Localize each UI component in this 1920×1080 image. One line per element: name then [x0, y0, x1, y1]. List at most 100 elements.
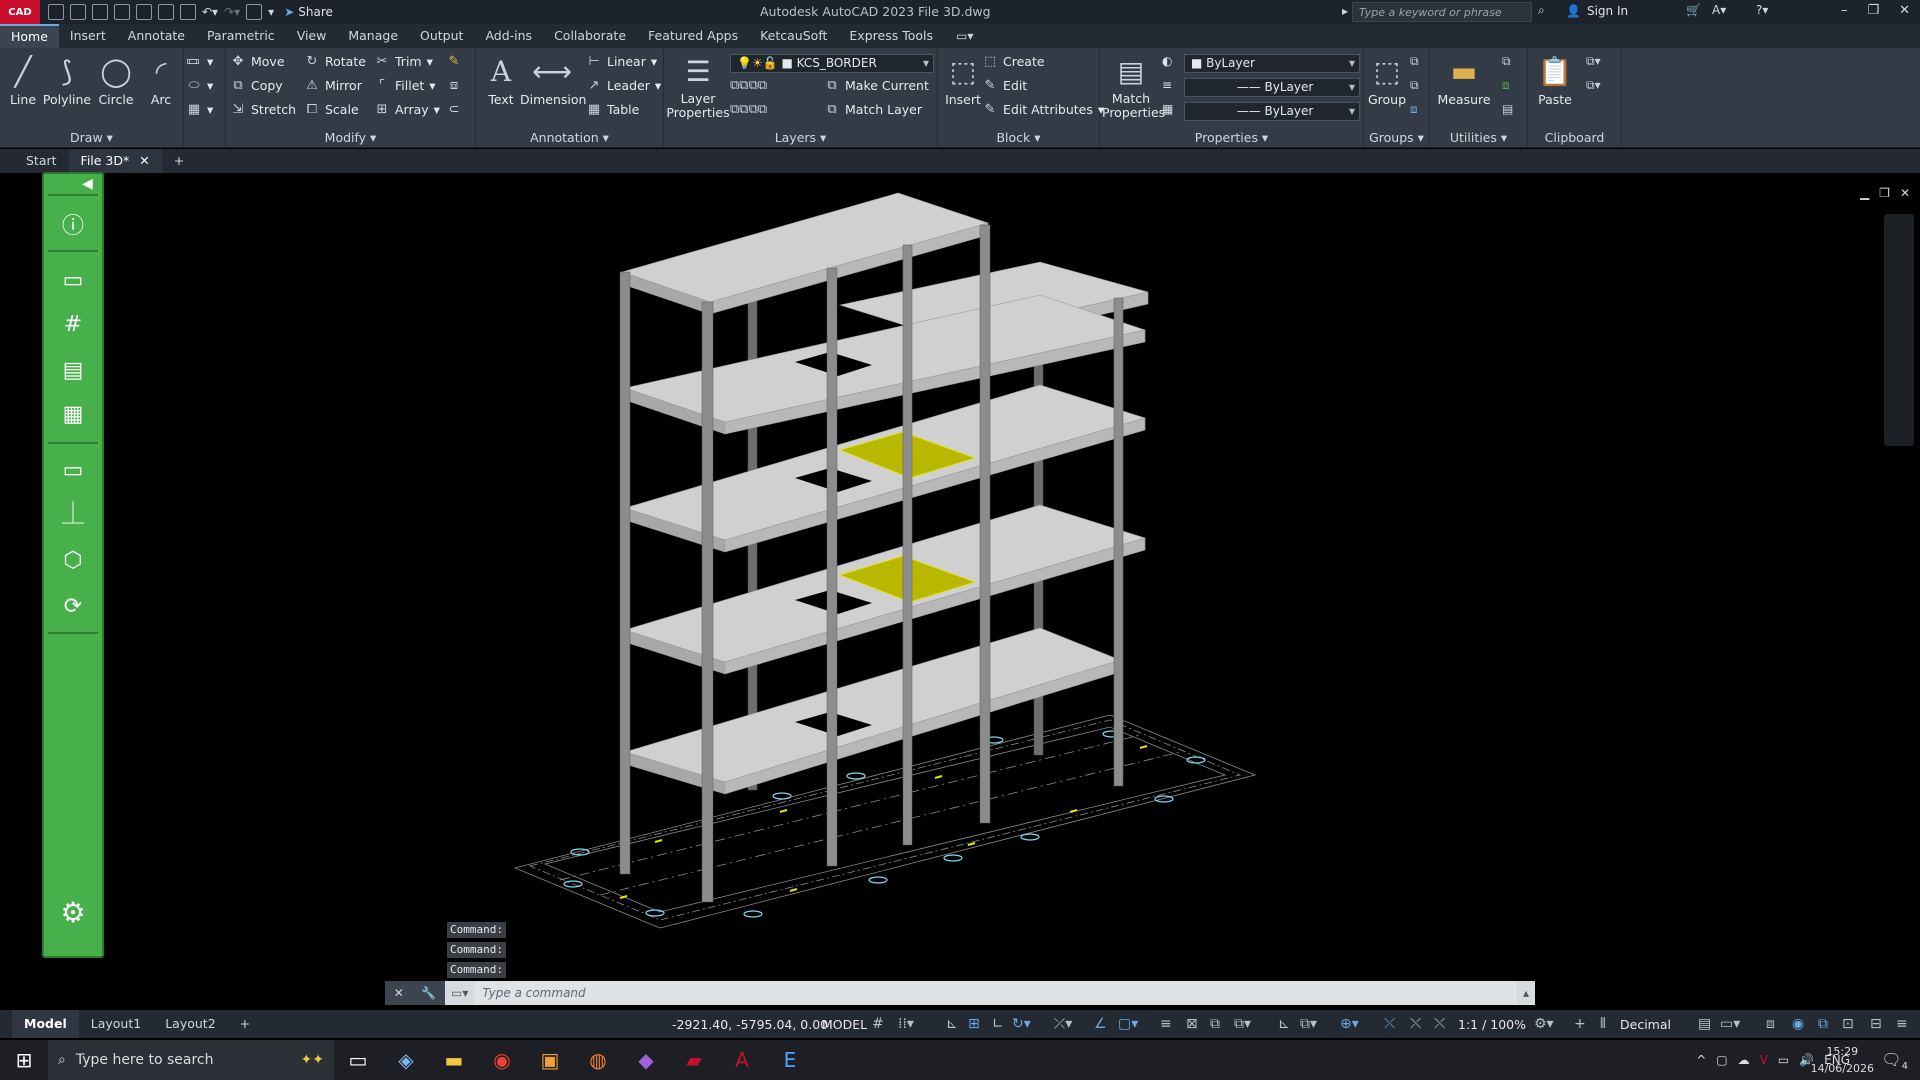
- model-3d-view[interactable]: [0, 176, 1920, 1000]
- grid-display-icon[interactable]: #: [872, 1016, 884, 1032]
- calculator-icon[interactable]: ▤: [1502, 102, 1513, 116]
- chrome-icon[interactable]: ◉: [478, 1040, 526, 1080]
- create-block-button[interactable]: ⬚ Create: [982, 52, 1045, 72]
- tab-featured-apps[interactable]: Featured Apps: [637, 24, 749, 48]
- tab-annotate[interactable]: Annotate: [117, 24, 196, 48]
- new-tab-button[interactable]: +: [162, 149, 196, 173]
- explode-button[interactable]: ⧈: [446, 76, 462, 96]
- save-as-icon[interactable]: [114, 4, 130, 20]
- save-icon[interactable]: [92, 4, 108, 20]
- group-edit-icon[interactable]: ⧉: [1410, 78, 1419, 93]
- help-icon[interactable]: ?▾: [1756, 3, 1768, 17]
- camera-icon[interactable]: ▢: [1716, 1053, 1727, 1067]
- collapse-palette-icon[interactable]: ◀: [82, 176, 93, 192]
- antivirus-icon[interactable]: V: [1760, 1053, 1768, 1067]
- sign-in-button[interactable]: 👤 Sign In: [1566, 4, 1628, 18]
- excel-app-icon[interactable]: E: [766, 1040, 814, 1080]
- tab-manage[interactable]: Manage: [337, 24, 409, 48]
- tab-add-ins[interactable]: Add-ins: [474, 24, 543, 48]
- viewport-close-icon[interactable]: ✕: [1900, 186, 1910, 200]
- snap-mode-icon[interactable]: ⁞⁞▾: [898, 1016, 914, 1032]
- properties-panel-title[interactable]: Properties ▾: [1100, 130, 1363, 146]
- add-layout-button[interactable]: +: [228, 1010, 262, 1038]
- autoscale-icon[interactable]: ⤬: [1384, 1016, 1395, 1032]
- drawing-viewport[interactable]: [0, 176, 1920, 1000]
- grid-icon[interactable]: #: [55, 310, 91, 340]
- cut-icon[interactable]: ⧉▾: [1586, 54, 1601, 69]
- rectangle-button[interactable]: ▭ ▾: [186, 52, 213, 72]
- isodraft-icon[interactable]: ∟: [992, 1016, 1004, 1032]
- match-properties-button[interactable]: ▤ Match Properties: [1102, 52, 1165, 120]
- tab-parametric[interactable]: Parametric: [196, 24, 286, 48]
- clipboard-panel-title[interactable]: Clipboard: [1528, 130, 1621, 146]
- restore-icon[interactable]: ❐: [1867, 3, 1879, 18]
- polar-tracking-icon[interactable]: ⊞: [968, 1016, 980, 1032]
- search-icon[interactable]: ⌕: [1538, 3, 1545, 18]
- color-dropdown[interactable]: ■ ByLayer: [1184, 54, 1360, 73]
- open-icon[interactable]: [70, 4, 86, 20]
- cloud-icon[interactable]: ☁: [1738, 1053, 1750, 1067]
- workspace-gear-icon[interactable]: ⚙▾: [1534, 1016, 1554, 1032]
- network-icon[interactable]: ▭: [1778, 1053, 1789, 1067]
- foundation-icon[interactable]: ⏊: [55, 500, 91, 530]
- notification-button[interactable]: 🗨4: [1881, 1050, 1908, 1072]
- cursor-coordinates[interactable]: -2921.40, -5795.04, 0.00: [672, 1017, 828, 1032]
- edit-block-button[interactable]: ✎ Edit: [982, 76, 1028, 96]
- file-explorer-icon[interactable]: ▬: [430, 1040, 478, 1080]
- hatch-button[interactable]: ⬭ ▾: [186, 76, 213, 96]
- quick-properties-icon[interactable]: ⧉▾: [1300, 1016, 1317, 1032]
- command-close-icon[interactable]: ✕: [394, 986, 404, 1000]
- copilot-icon[interactable]: ◈: [382, 1040, 430, 1080]
- insert-button[interactable]: ⬚ Insert: [940, 52, 986, 107]
- help-search-input[interactable]: Type a keyword or phrase: [1352, 2, 1532, 22]
- fullscreen-icon[interactable]: ⊟: [1870, 1016, 1882, 1032]
- plot-icon[interactable]: [180, 4, 196, 20]
- minimize-icon[interactable]: –: [1841, 3, 1848, 18]
- tab-home[interactable]: Home: [0, 24, 59, 48]
- dimension-button[interactable]: ⟷ Dimension: [520, 52, 586, 107]
- new-icon[interactable]: [48, 4, 64, 20]
- refresh-model-icon[interactable]: ⟳: [55, 592, 91, 622]
- match-layer-button[interactable]: ⧉ Match Layer: [824, 100, 922, 120]
- settings-icon[interactable]: ⚙: [55, 898, 91, 928]
- erase-button[interactable]: ✎: [446, 52, 462, 72]
- group-button[interactable]: ⬚ Group: [1364, 52, 1410, 107]
- workspace-icon[interactable]: [246, 4, 263, 20]
- autodesk-app-icon[interactable]: A▾: [1712, 3, 1726, 17]
- command-history-toggle-icon[interactable]: ▴: [1517, 986, 1535, 1000]
- redo-icon[interactable]: ↷▾: [224, 5, 240, 19]
- annotation-monitor-icon[interactable]: ⧉: [1210, 1016, 1220, 1032]
- draw-panel-title[interactable]: Draw ▾: [0, 130, 183, 146]
- ribbon-display-toggle-icon[interactable]: ▭▾: [956, 29, 973, 43]
- customize-status-icon[interactable]: ≡: [1896, 1016, 1908, 1032]
- block-panel-title[interactable]: Block ▾: [938, 130, 1099, 146]
- layer-tools-row1[interactable]: ⧉⧉⧉⧉: [730, 76, 767, 96]
- pdf-app-icon[interactable]: ▰: [670, 1040, 718, 1080]
- workspace-switch-icon[interactable]: ⤬: [1434, 1016, 1445, 1032]
- undo-icon[interactable]: ↶▾: [202, 5, 218, 19]
- layer-tools-row2[interactable]: ⧉⧉⧉⧉: [730, 100, 767, 120]
- edit-attributes-button[interactable]: ✎ Edit Attributes ▾: [982, 100, 1105, 120]
- stretch-button[interactable]: ⇲ Stretch: [230, 100, 297, 120]
- groups-panel-title[interactable]: Groups ▾: [1364, 130, 1429, 146]
- command-prompt-icon[interactable]: ▭▾: [445, 986, 474, 1000]
- tab-express-tools[interactable]: Express Tools: [838, 24, 944, 48]
- cart-icon[interactable]: 🛒: [1686, 3, 1701, 17]
- annotation-plus-icon[interactable]: +: [1574, 1016, 1586, 1032]
- move-button[interactable]: ✥ Move: [230, 52, 285, 72]
- tab-collaborate[interactable]: Collaborate: [543, 24, 637, 48]
- table-button[interactable]: ▦ Table: [586, 100, 639, 120]
- beam-icon[interactable]: ▭: [55, 266, 91, 296]
- paste-button[interactable]: 📋 Paste: [1532, 52, 1578, 107]
- wrench-icon[interactable]: 🔧: [421, 986, 436, 1000]
- graphics-icon[interactable]: ⊡: [1842, 1016, 1854, 1032]
- chevron-up-icon[interactable]: ^: [1696, 1053, 1706, 1067]
- layers-panel-title[interactable]: Layers ▾: [664, 130, 937, 146]
- close-icon[interactable]: ✕: [1899, 3, 1910, 18]
- app-orange-icon[interactable]: ▣: [526, 1040, 574, 1080]
- layer-properties-button[interactable]: ☰ Layer Properties: [666, 52, 730, 120]
- slab-icon[interactable]: ▤: [55, 356, 91, 386]
- viewport-maximize-icon[interactable]: ❐: [1879, 186, 1890, 200]
- linetype-dropdown[interactable]: —— ByLayer: [1184, 78, 1360, 97]
- annotation-scale-icon[interactable]: ⤬: [1410, 1016, 1421, 1032]
